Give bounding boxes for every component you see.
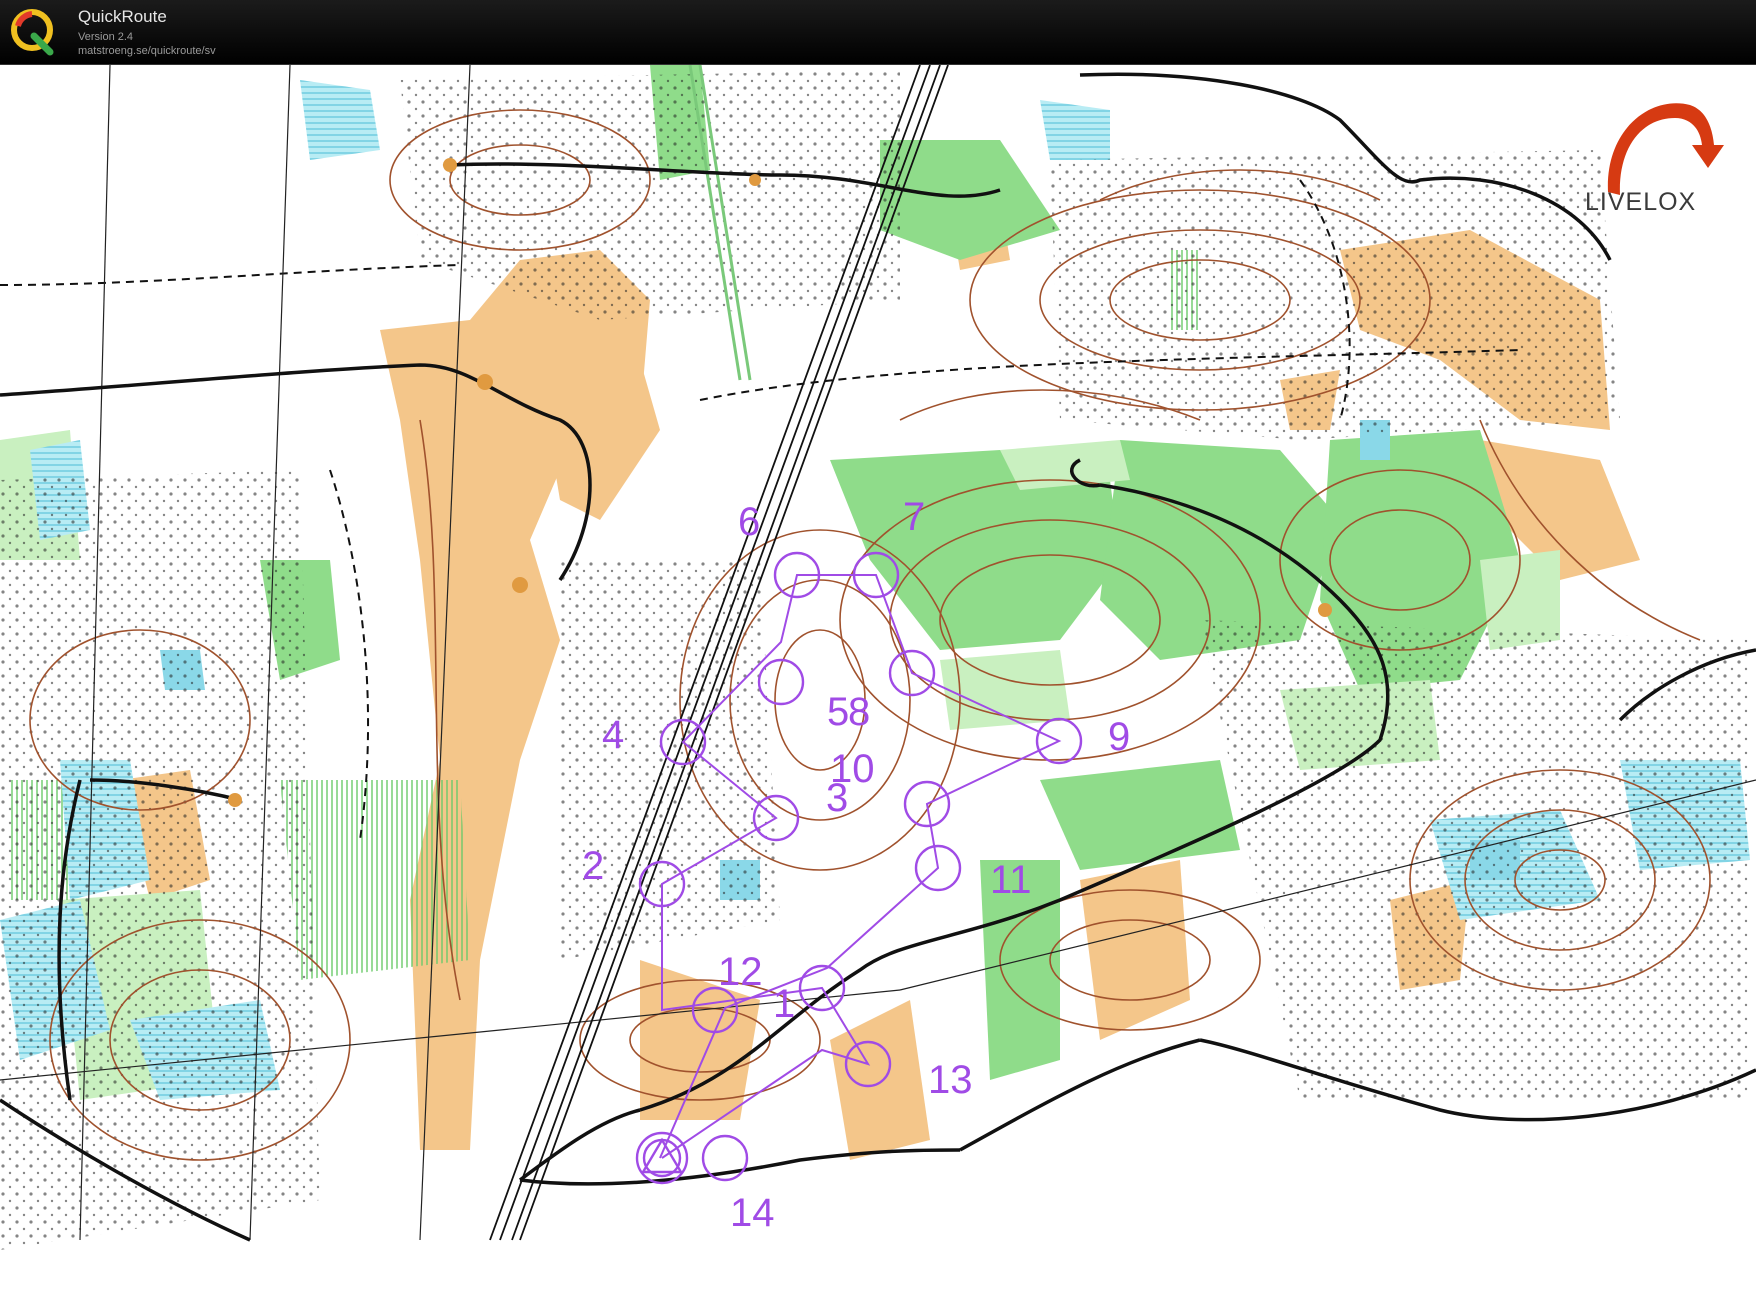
control-label-9: 9: [1108, 715, 1130, 759]
control-label-1: 1: [773, 982, 795, 1026]
control-label-5: 5: [827, 690, 849, 734]
control-label-8: 8: [848, 690, 870, 734]
orienteering-map[interactable]: 1 2 3 4 5 6 7 8 9 10 11 12 13 14 LIVELOX: [0, 65, 1756, 1307]
control-label-14: 14: [730, 1191, 775, 1235]
map-canvas: 123456 7891011121314 LIVELOX: [0, 65, 1756, 1307]
control-label-12: 12: [718, 950, 763, 994]
quickroute-logo-icon: [11, 9, 54, 56]
control-label-11: 11: [990, 858, 1032, 902]
control-label-2: 2: [582, 844, 604, 888]
control-label-7: 7: [903, 495, 925, 539]
control-label-13: 13: [928, 1058, 973, 1102]
app-version: Version 2.4: [78, 31, 134, 43]
control-label-6: 6: [738, 500, 760, 544]
control-label-10: 10: [830, 747, 875, 791]
title-bar: QuickRoute Version 2.4 matstroeng.se/qui…: [0, 0, 1756, 65]
control-label-4: 4: [602, 713, 624, 757]
app-url: matstroeng.se/quickroute/sv: [78, 45, 216, 57]
livelox-wordmark: LIVELOX: [1585, 188, 1696, 216]
app-title: QuickRoute: [78, 7, 167, 26]
